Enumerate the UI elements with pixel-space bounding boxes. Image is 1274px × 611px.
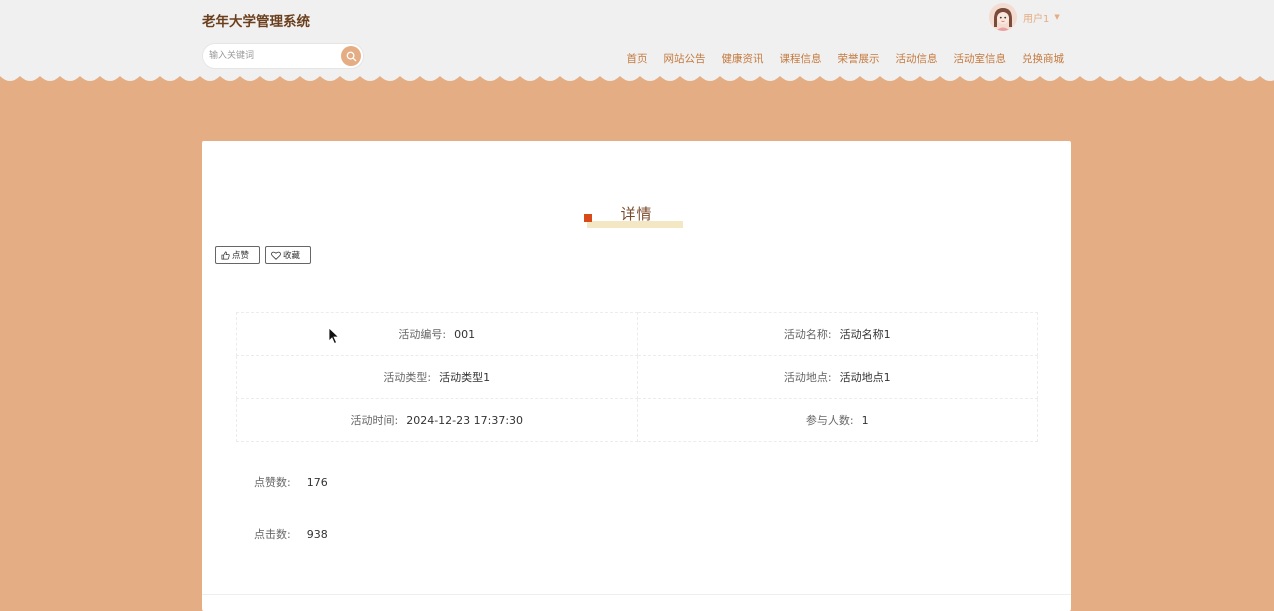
- field-label: 活动时间:: [350, 414, 399, 427]
- field-value: 活动名称1: [839, 328, 891, 341]
- table-cell: 活动名称: 活动名称1: [636, 312, 1039, 356]
- table-row: 活动编号: 001 活动名称: 活动名称1: [236, 312, 1039, 356]
- search-button[interactable]: [341, 46, 361, 66]
- top-header: 老年大学管理系统 用户1 ▼ 首页 网站公告 健康资讯: [0, 0, 1274, 76]
- field-label: 活动名称:: [783, 328, 832, 341]
- field-label: 活动地点:: [783, 371, 832, 384]
- page-title: 详情: [620, 205, 653, 223]
- table-cell: 活动地点: 活动地点1: [636, 355, 1039, 399]
- info-table: 活动编号: 001 活动名称: 活动名称1 活动类型: 活动类型1 活动地点: 活动地点…: [236, 312, 1039, 442]
- field-value: 2024-12-23 17:37:30: [406, 414, 524, 427]
- field-label: 参与人数:: [805, 414, 854, 427]
- site-title: 老年大学管理系统: [202, 14, 310, 30]
- field-value: 活动地点1: [839, 371, 891, 384]
- main-nav: 首页 网站公告 健康资讯 课程信息 荣誉展示 活动信息 活动室信息 兑换商城: [611, 51, 1065, 66]
- table-cell: 参与人数: 1: [636, 398, 1039, 442]
- nav-item-honors[interactable]: 荣誉展示: [838, 51, 880, 66]
- card-divider: [202, 594, 1071, 595]
- favorite-button[interactable]: 收藏: [265, 246, 311, 264]
- heart-icon: [271, 251, 281, 260]
- detail-card: 详情 点赞 收藏 活动编号: 001 活动名称: 活动名称1 活动类型: 活动类型1 …: [202, 141, 1071, 611]
- nav-item-home[interactable]: 首页: [627, 51, 648, 66]
- search-icon: [346, 51, 356, 61]
- like-button[interactable]: 点赞: [215, 246, 260, 264]
- table-row: 活动类型: 活动类型1 活动地点: 活动地点1: [236, 355, 1039, 399]
- user-name: 用户1: [1023, 13, 1050, 25]
- search-box: [202, 43, 364, 69]
- field-label: 活动编号:: [398, 328, 447, 341]
- likes-count: 点赞数: 176: [254, 474, 328, 490]
- search-input[interactable]: [203, 44, 339, 68]
- likes-label: 点赞数:: [254, 476, 291, 489]
- field-value: 001: [454, 328, 476, 341]
- nav-item-courses[interactable]: 课程信息: [780, 51, 822, 66]
- favorite-button-label: 收藏: [283, 251, 301, 261]
- like-button-label: 点赞: [232, 251, 250, 261]
- clicks-count: 点击数: 938: [254, 526, 328, 542]
- mouse-cursor-icon: [328, 327, 340, 345]
- field-value: 活动类型1: [439, 371, 491, 384]
- nav-item-rooms[interactable]: 活动室信息: [954, 51, 1007, 66]
- clicks-label: 点击数:: [254, 528, 291, 541]
- table-cell: 活动时间: 2024-12-23 17:37:30: [236, 398, 638, 442]
- nav-item-shop[interactable]: 兑换商城: [1022, 51, 1064, 66]
- header-wave-border: [0, 72, 1274, 81]
- table-cell: 活动类型: 活动类型1: [236, 355, 638, 399]
- table-cell: 活动编号: 001: [236, 312, 638, 356]
- field-label: 活动类型:: [383, 371, 432, 384]
- nav-item-notice[interactable]: 网站公告: [664, 51, 706, 66]
- chevron-down-icon: ▼: [1054, 13, 1060, 21]
- likes-value: 176: [306, 476, 328, 489]
- table-row: 活动时间: 2024-12-23 17:37:30 参与人数: 1: [236, 398, 1039, 442]
- like-icon: [221, 251, 230, 259]
- user-menu[interactable]: 用户1 ▼: [989, 3, 1060, 31]
- nav-item-health[interactable]: 健康资讯: [722, 51, 764, 66]
- nav-item-activities[interactable]: 活动信息: [896, 51, 938, 66]
- clicks-value: 938: [306, 528, 328, 541]
- field-value: 1: [861, 414, 869, 427]
- avatar: [989, 3, 1017, 31]
